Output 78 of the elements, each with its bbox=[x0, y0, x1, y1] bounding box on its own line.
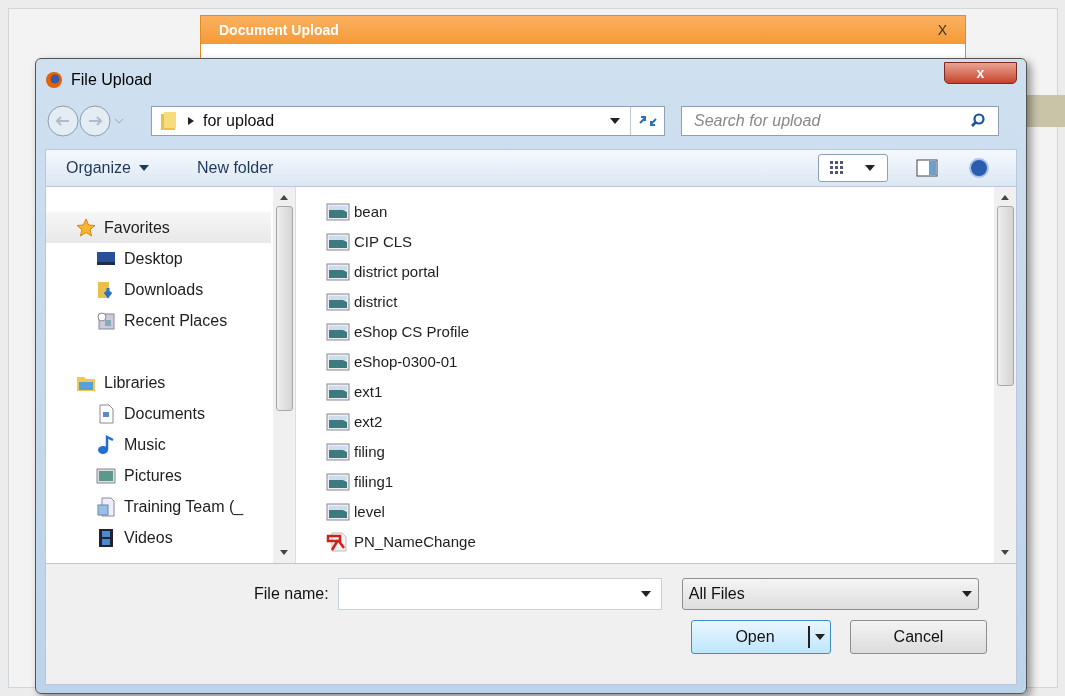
image-file-icon bbox=[326, 412, 350, 432]
navigation-item[interactable]: Training Team (_ bbox=[46, 491, 273, 522]
star-icon bbox=[76, 217, 96, 238]
address-path: for upload bbox=[203, 111, 276, 131]
address-bar[interactable]: for upload bbox=[151, 106, 665, 136]
navigation-item[interactable]: Desktop bbox=[46, 243, 273, 274]
document-icon bbox=[96, 403, 116, 424]
dropdown-caret-icon bbox=[138, 165, 149, 171]
film-icon bbox=[96, 527, 116, 548]
pdf-file-icon bbox=[326, 532, 350, 552]
search-icon bbox=[970, 113, 986, 129]
dialog-title: Document Upload bbox=[219, 20, 339, 40]
image-file-icon bbox=[326, 352, 350, 372]
navigation-item[interactable]: Pictures bbox=[46, 460, 273, 491]
file-item[interactable]: eShop CS Profile bbox=[326, 317, 470, 347]
scroll-up-icon[interactable] bbox=[1001, 195, 1009, 200]
organize-menu[interactable]: Organize bbox=[66, 156, 149, 180]
file-item[interactable]: filing1 bbox=[326, 467, 394, 497]
image-file-icon bbox=[326, 232, 350, 252]
file-type-select[interactable]: All Files bbox=[681, 578, 979, 610]
dropdown-caret-icon bbox=[865, 165, 875, 171]
navigation-item[interactable]: Downloads bbox=[46, 274, 273, 305]
navigation-item[interactable]: Music bbox=[46, 429, 273, 460]
file-name-label: File name: bbox=[254, 584, 329, 604]
file-item[interactable]: district bbox=[326, 287, 398, 317]
picture-icon bbox=[96, 465, 116, 486]
file-name-field[interactable] bbox=[337, 578, 662, 610]
scrollbar[interactable] bbox=[273, 187, 295, 563]
scroll-up-icon[interactable] bbox=[280, 195, 288, 200]
image-file-icon bbox=[326, 292, 350, 312]
navigation-item[interactable]: Videos bbox=[46, 522, 273, 553]
file-item[interactable]: level bbox=[326, 497, 385, 527]
image-file-icon bbox=[326, 502, 350, 522]
scrollbar-thumb[interactable] bbox=[275, 206, 293, 411]
preview-pane-icon[interactable] bbox=[916, 159, 938, 177]
open-button[interactable]: Open bbox=[691, 620, 831, 654]
scroll-down-icon[interactable] bbox=[1001, 550, 1009, 555]
dropdown-caret-icon bbox=[640, 591, 651, 597]
dropdown-caret-icon bbox=[961, 591, 972, 597]
file-item[interactable]: eShop-0300-01 bbox=[326, 347, 458, 377]
image-file-icon bbox=[326, 262, 350, 282]
file-item[interactable]: bean bbox=[326, 197, 388, 227]
cancel-button[interactable]: Cancel bbox=[850, 620, 987, 654]
refresh-icon bbox=[637, 114, 658, 128]
file-item[interactable]: ext2 bbox=[326, 407, 383, 437]
image-file-icon bbox=[326, 472, 350, 492]
file-item[interactable]: filing bbox=[326, 437, 385, 467]
grid-view-icon bbox=[829, 160, 845, 176]
dropdown-caret-icon[interactable] bbox=[610, 118, 620, 124]
help-icon[interactable] bbox=[968, 157, 990, 179]
new-folder-button[interactable]: New folder bbox=[196, 156, 274, 180]
image-file-icon bbox=[326, 322, 350, 342]
view-button[interactable] bbox=[818, 154, 888, 182]
library-icon bbox=[96, 496, 116, 517]
scrollbar-thumb[interactable] bbox=[996, 206, 1014, 386]
dropdown-caret-icon bbox=[815, 634, 825, 640]
scroll-down-icon[interactable] bbox=[280, 550, 288, 555]
file-item[interactable]: CIP CLS bbox=[326, 227, 413, 257]
search-field[interactable]: Search for upload bbox=[681, 106, 999, 136]
search-input[interactable]: Search for upload bbox=[694, 109, 970, 133]
image-file-icon bbox=[326, 382, 350, 402]
file-item[interactable]: ext1 bbox=[326, 377, 383, 407]
image-file-icon bbox=[326, 202, 350, 222]
close-button[interactable]: X bbox=[937, 19, 947, 41]
navigation-group[interactable]: Libraries bbox=[46, 367, 273, 398]
chevron-icon bbox=[188, 117, 194, 125]
navigation-group[interactable]: Favorites bbox=[46, 212, 271, 243]
scrollbar[interactable] bbox=[994, 187, 1016, 563]
navigation-item[interactable]: Recent Places bbox=[46, 305, 273, 336]
folder-icon bbox=[160, 111, 178, 131]
navigation-item[interactable]: Documents bbox=[46, 398, 273, 429]
window-title: File Upload bbox=[71, 70, 152, 90]
image-file-icon bbox=[326, 442, 350, 462]
file-item[interactable]: PN_NameChange bbox=[326, 527, 476, 557]
browser-logo-icon bbox=[45, 71, 63, 89]
file-item[interactable]: district portal bbox=[326, 257, 440, 287]
music-note-icon bbox=[96, 434, 116, 455]
recent-places-icon bbox=[96, 310, 116, 331]
